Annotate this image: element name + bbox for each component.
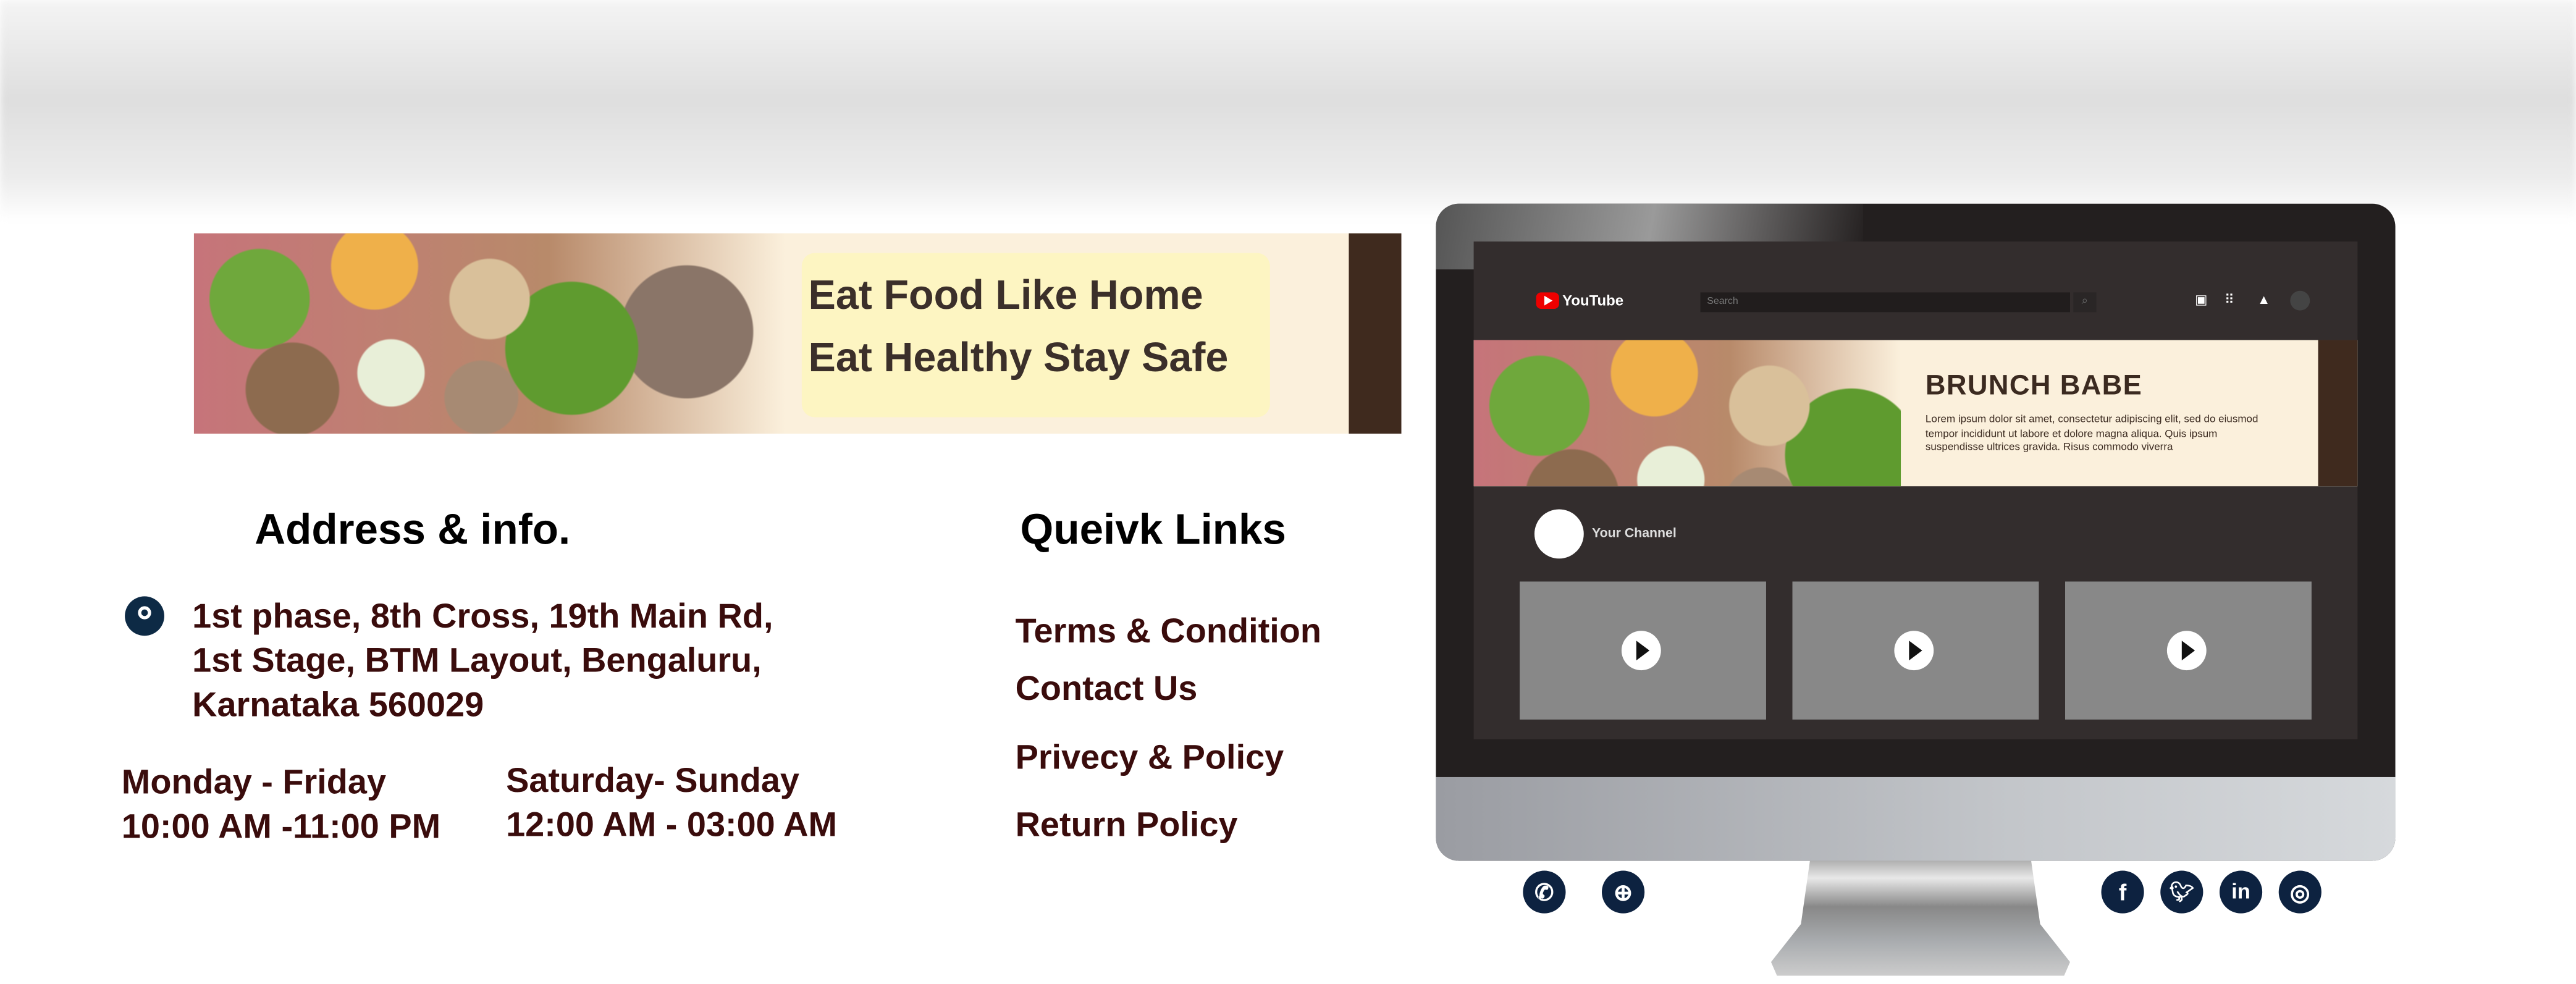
youtube-logo[interactable]: YouTube bbox=[1536, 292, 1623, 309]
address-heading: Address & info. bbox=[255, 504, 571, 554]
channel-banner-text: Lorem ipsum dolor sit amet, consectetur … bbox=[1925, 414, 2258, 454]
account-avatar[interactable] bbox=[2290, 290, 2310, 311]
banner-line-1: Eat Food Like Home bbox=[808, 272, 1203, 319]
twitter-icon[interactable]: 🐦︎ bbox=[2160, 870, 2203, 914]
link-contact[interactable]: Contact Us bbox=[1016, 670, 1198, 710]
address-line-3: Karnataka 560029 bbox=[192, 686, 484, 725]
bell-icon[interactable]: ▲ bbox=[2257, 292, 2270, 307]
link-return[interactable]: Return Policy bbox=[1016, 807, 1238, 846]
banner-line-2: Eat Healthy Stay Safe bbox=[808, 335, 1229, 382]
address-line-1: 1st phase, 8th Cross, 19th Main Rd, bbox=[192, 598, 773, 636]
food-illustration bbox=[1473, 340, 1901, 487]
youtube-screen: YouTube Search ⌕ ▣ ⠿ ▲ BRUNCH BABE Lorem… bbox=[1473, 241, 2358, 739]
video-thumbnail[interactable] bbox=[1792, 581, 2039, 720]
link-terms[interactable]: Terms & Condition bbox=[1016, 613, 1321, 652]
video-thumbnail[interactable] bbox=[1520, 581, 1766, 720]
youtube-wordmark: YouTube bbox=[1562, 292, 1624, 309]
channel-banner: BRUNCH BABE Lorem ipsum dolor sit amet, … bbox=[1473, 340, 2358, 487]
banner-strip bbox=[1349, 233, 1402, 434]
globe-icon[interactable]: ⊕ bbox=[1602, 870, 1645, 914]
quick-links-heading: Queivk Links bbox=[1020, 504, 1286, 554]
video-camera-icon[interactable]: ▣ bbox=[2195, 292, 2207, 307]
location-pin-icon bbox=[125, 596, 164, 636]
address-line-2: 1st Stage, BTM Layout, Bengaluru, bbox=[192, 642, 762, 681]
background-blur bbox=[0, 0, 2576, 222]
monitor-chin bbox=[1436, 776, 2396, 861]
banner-strip bbox=[2318, 340, 2358, 487]
search-input[interactable]: Search bbox=[1700, 292, 2070, 313]
facebook-icon[interactable]: f bbox=[2101, 870, 2144, 914]
play-icon[interactable] bbox=[1894, 631, 1934, 671]
weekend-hours: 12:00 AM - 03:00 AM bbox=[506, 806, 838, 844]
instagram-icon[interactable]: ◎ bbox=[2278, 870, 2321, 914]
weekday-label: Monday - Friday bbox=[121, 763, 387, 802]
channel-name[interactable]: Your Channel bbox=[1592, 526, 1677, 540]
play-icon[interactable] bbox=[2166, 631, 2207, 671]
search-icon[interactable]: ⌕ bbox=[2073, 292, 2097, 313]
link-privacy[interactable]: Privecy & Policy bbox=[1016, 739, 1284, 779]
hero-banner: Eat Food Like Home Eat Healthy Stay Safe bbox=[193, 233, 1402, 434]
channel-avatar[interactable] bbox=[1534, 509, 1584, 559]
phone-icon[interactable]: ✆ bbox=[1523, 870, 1566, 914]
video-thumbnail[interactable] bbox=[2065, 581, 2312, 720]
apps-grid-icon[interactable]: ⠿ bbox=[2225, 292, 2234, 307]
play-icon[interactable] bbox=[1621, 631, 1661, 671]
weekday-hours: 10:00 AM -11:00 PM bbox=[121, 808, 441, 846]
youtube-play-icon bbox=[1536, 292, 1559, 309]
weekend-label: Saturday- Sunday bbox=[506, 762, 799, 801]
linkedin-icon[interactable]: in bbox=[2219, 870, 2263, 914]
channel-banner-title: BRUNCH BABE bbox=[1925, 369, 2143, 401]
monitor-stand bbox=[1770, 860, 2070, 976]
monitor: YouTube Search ⌕ ▣ ⠿ ▲ BRUNCH BABE Lorem… bbox=[1436, 203, 2396, 861]
food-illustration bbox=[193, 233, 786, 434]
